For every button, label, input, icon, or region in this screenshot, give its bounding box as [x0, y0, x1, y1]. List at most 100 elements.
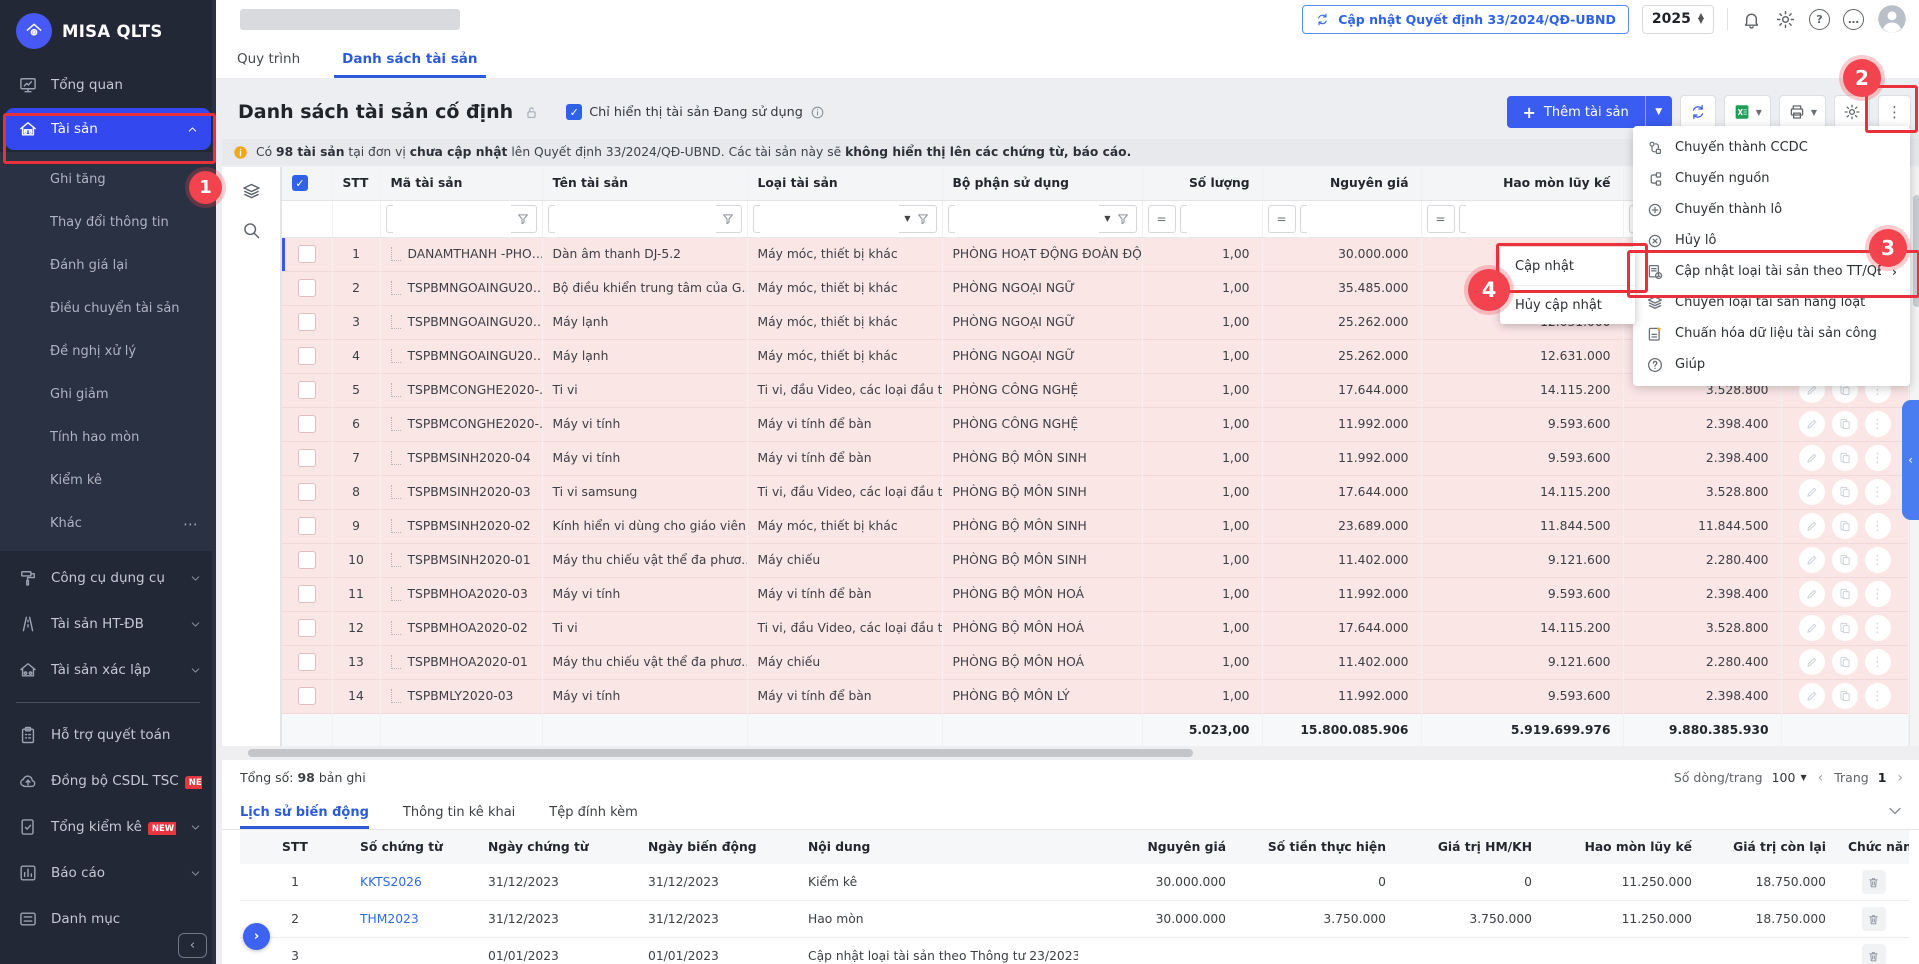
menu-item-chuyển-thành-lô[interactable]: Chuyển thành lô	[1633, 194, 1910, 225]
sidebar-item-tài-sản-xác-lập[interactable]: Tài sản xác lập	[0, 647, 216, 693]
row-checkbox[interactable]	[298, 483, 316, 501]
sidebar-subitem-điều-chuyển-tài-sản[interactable]: Điều chuyển tài sản	[0, 287, 216, 330]
duplicate-button[interactable]	[1832, 513, 1858, 539]
row-checkbox[interactable]	[298, 313, 316, 331]
equals-operator[interactable]: =	[1148, 205, 1176, 233]
menu-item-chuyển-thành-ccdc[interactable]: Chuyển thành CCDC	[1633, 132, 1910, 163]
row-more-button[interactable]: ⋮	[1865, 615, 1891, 641]
asset-row[interactable]: 7TSPBMSINH2020-04Máy vi tínhMáy vi tính …	[282, 441, 1908, 475]
sidebar-subitem-đánh-giá-lại[interactable]: Đánh giá lại	[0, 244, 216, 287]
sidebar-subitem-đề-nghị-xử-lý[interactable]: Đề nghị xử lý	[0, 330, 216, 373]
filter-name[interactable]	[548, 205, 742, 233]
row-more-button[interactable]: ⋮	[1865, 411, 1891, 437]
row-checkbox[interactable]	[298, 551, 316, 569]
avatar[interactable]	[1877, 4, 1907, 34]
row-more-button[interactable]: ⋮	[1865, 547, 1891, 573]
asset-row[interactable]: 12TSPBMHOA2020-02Ti viTi vi, đầu Video, …	[282, 611, 1908, 645]
row-more-button[interactable]: ⋮	[1865, 581, 1891, 607]
year-stepper-icon[interactable]: ▲▼	[1698, 14, 1704, 24]
menu-item-giúp[interactable]: Giúp	[1633, 349, 1910, 380]
row-more-button[interactable]: ⋮	[1865, 445, 1891, 471]
asset-row[interactable]: 8TSPBMSINH2020-03Ti vi samsungTi vi, đầu…	[282, 475, 1908, 509]
side-panel-handle[interactable]: ‹	[1902, 400, 1919, 520]
duplicate-button[interactable]	[1832, 615, 1858, 641]
export-excel-button[interactable]: ▼	[1724, 95, 1771, 129]
row-more-button[interactable]: ⋮	[1865, 479, 1891, 505]
sidebar-item-hỗ-trợ-quyết-toán[interactable]: Hỗ trợ quyết toán	[0, 712, 216, 758]
horizontal-scrollbar[interactable]	[222, 746, 1919, 760]
sidebar-subitem-ghi-giảm[interactable]: Ghi giảm	[0, 373, 216, 416]
row-more-button[interactable]: ⋮	[1865, 649, 1891, 675]
filter-cost[interactable]: =	[1268, 205, 1416, 233]
tab-tep-dinh-kem[interactable]: Tệp đính kèm	[549, 805, 638, 829]
add-asset-dropdown[interactable]: ▼	[1645, 96, 1672, 128]
filter-qty[interactable]: =	[1148, 205, 1257, 233]
sidebar-subitem-tính-hao-mòn[interactable]: Tính hao mòn	[0, 416, 216, 459]
duplicate-button[interactable]	[1832, 547, 1858, 573]
asset-row[interactable]: 10TSPBMSINH2020-01Máy thu chiếu vật thể …	[282, 543, 1908, 577]
update-decision-button[interactable]: Cập nhật Quyết định 33/2024/QĐ-UBND	[1302, 5, 1629, 34]
duplicate-button[interactable]	[1832, 479, 1858, 505]
filter-input-dept[interactable]	[955, 205, 1100, 233]
unlock-icon[interactable]	[523, 104, 540, 121]
history-row[interactable]: 2THM202331/12/202331/12/2023Hao mòn30.00…	[240, 901, 1909, 938]
duplicate-button[interactable]	[1832, 581, 1858, 607]
row-checkbox[interactable]	[298, 381, 316, 399]
help-icon[interactable]: ?	[1809, 9, 1830, 30]
expand-fab-button[interactable]: ›	[243, 923, 270, 950]
menu-item-chuyển-loại-tài-sản-hàng-loạt[interactable]: Chuyển loại tài sản hàng loạt	[1633, 287, 1910, 318]
sidebar-item-tài-sản[interactable]: Tài sản	[5, 108, 211, 150]
row-checkbox[interactable]	[298, 449, 316, 467]
tab-danh-sach-tai-san[interactable]: Danh sách tài sản	[340, 51, 479, 78]
more-actions-button[interactable]: ⋮	[1878, 95, 1911, 129]
asset-row[interactable]: 13TSPBMHOA2020-01Máy thu chiếu vật thể đ…	[282, 645, 1908, 679]
edit-button[interactable]	[1799, 547, 1825, 573]
select-all-checkbox[interactable]: ✓	[292, 175, 308, 191]
row-checkbox[interactable]	[298, 245, 316, 263]
edit-button[interactable]	[1799, 683, 1825, 709]
row-checkbox[interactable]	[298, 687, 316, 705]
column-header-stt[interactable]: STT	[332, 167, 380, 200]
filter-code[interactable]	[386, 205, 537, 233]
edit-button[interactable]	[1799, 581, 1825, 607]
row-checkbox[interactable]	[298, 517, 316, 535]
filter-input-type[interactable]	[760, 205, 900, 233]
grid-settings-button[interactable]	[1834, 95, 1870, 129]
duplicate-button[interactable]	[1832, 445, 1858, 471]
info-icon[interactable]	[810, 105, 825, 120]
asset-row[interactable]: 6TSPBMCONGHE2020-…Máy vi tínhMáy vi tính…	[282, 407, 1908, 441]
document-link[interactable]: THM2023	[360, 912, 419, 926]
row-checkbox[interactable]	[298, 415, 316, 433]
sidebar-item-tổng-kiểm-kê[interactable]: Tổng kiểm kêNEW	[0, 804, 216, 850]
row-checkbox[interactable]	[298, 653, 316, 671]
sidebar-item-đồng-bộ-csdl-tsc[interactable]: Đồng bộ CSDL TSCNEW	[0, 758, 216, 804]
filter-input-qty[interactable]	[1187, 205, 1263, 233]
funnel-icon[interactable]	[916, 212, 930, 226]
filter-input-name[interactable]	[555, 205, 716, 233]
duplicate-button[interactable]	[1832, 683, 1858, 709]
edit-button[interactable]	[1799, 513, 1825, 539]
edit-button[interactable]	[1799, 411, 1825, 437]
tab-lich-su-bien-dong[interactable]: Lịch sử biến động	[240, 805, 369, 829]
chevron-down-icon[interactable]: ▼	[904, 214, 910, 223]
row-checkbox[interactable]	[298, 347, 316, 365]
menu-item-chuyển-nguồn[interactable]: Chuyển nguồn	[1633, 163, 1910, 194]
asset-row[interactable]: 9TSPBMSINH2020-02Kính hiển vi dùng cho g…	[282, 509, 1908, 543]
more-icon[interactable]: ⋯	[183, 515, 200, 533]
delete-button[interactable]	[1862, 907, 1886, 931]
tab-thong-tin-ke-khai[interactable]: Thông tin kê khai	[403, 805, 515, 829]
vertical-scrollbar-thumb[interactable]	[1913, 195, 1919, 307]
menu-item-cập-nhật-loại-tài-sản-theo-tt-qđ[interactable]: Cập nhật loại tài sản theo TT/QĐ›	[1633, 256, 1910, 287]
sidebar-item-tổng-quan[interactable]: Tổng quan	[0, 62, 216, 108]
column-header-name[interactable]: Tên tài sản	[542, 167, 747, 200]
rows-per-page-select[interactable]: 100▼	[1772, 770, 1807, 785]
sidebar-subitem-thay-đổi-thông-tin[interactable]: Thay đổi thông tin	[0, 201, 216, 244]
sidebar-item-báo-cáo[interactable]: Báo cáo	[0, 850, 216, 896]
asset-row[interactable]: 14TSPBMLY2020-03Máy vi tínhMáy vi tính đ…	[282, 679, 1908, 713]
sidebar-collapse-button[interactable]: ‹	[178, 933, 207, 958]
row-menu-item-hủy-cập-nhật[interactable]: Hủy cập nhật	[1500, 285, 1635, 324]
chevron-down-icon[interactable]: ▼	[1104, 214, 1110, 223]
asset-row[interactable]: 11TSPBMHOA2020-03Máy vi tínhMáy vi tính …	[282, 577, 1908, 611]
filter-input-cost[interactable]	[1307, 205, 1422, 233]
delete-button[interactable]	[1862, 944, 1886, 964]
